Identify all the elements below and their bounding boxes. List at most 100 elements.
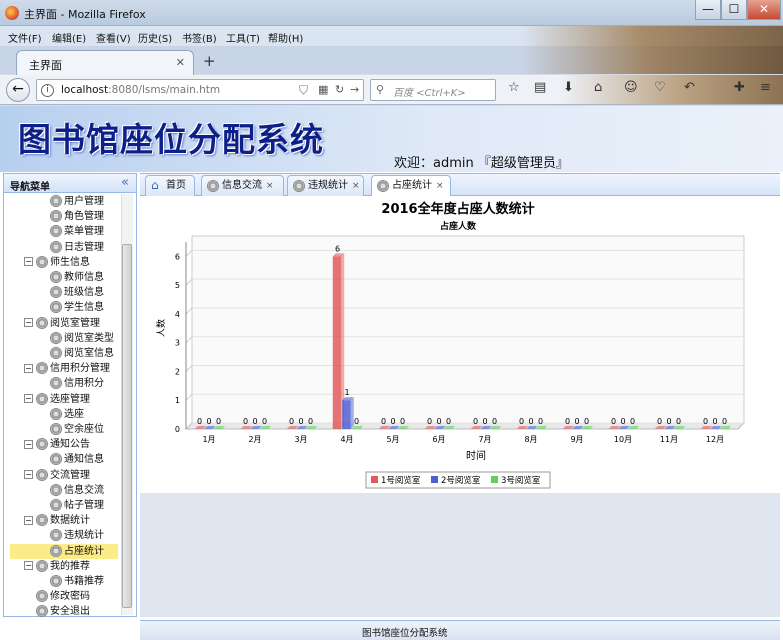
sidebar-item-label: 安全退出 [50, 606, 90, 618]
collapse-toggle-icon[interactable]: − [24, 318, 33, 328]
sidebar-item[interactable]: 信息交流 [50, 483, 104, 498]
gear-icon [50, 210, 62, 223]
firefox-logo-icon [5, 6, 19, 20]
sidebar-item[interactable]: − 数据统计 [24, 513, 90, 528]
gear-icon [50, 271, 62, 283]
bookmark-star-icon[interactable]: ☆ [508, 80, 520, 95]
chat-icon[interactable]: ☺ [624, 80, 638, 95]
maximize-button[interactable]: ☐ [721, 0, 747, 20]
sidebar-item[interactable]: 安全退出 [24, 604, 90, 619]
sidebar-item[interactable]: − 信用积分管理 [24, 361, 110, 376]
sidebar-item-label: 日志管理 [64, 241, 104, 253]
pocket-icon[interactable]: ♡ [654, 80, 666, 95]
collapse-toggle-icon[interactable]: − [24, 561, 33, 571]
sidebar-item[interactable]: 用户管理 [50, 194, 104, 209]
y-tick-label: 3 [175, 339, 180, 348]
qr-code-icon[interactable]: ▦ [318, 83, 328, 96]
minimize-button[interactable]: — [695, 0, 721, 20]
menu-history[interactable]: 历史(S) [138, 30, 172, 45]
collapse-toggle-icon[interactable]: − [24, 439, 33, 449]
new-tab-button[interactable]: + [203, 52, 216, 70]
gear-icon [50, 195, 62, 207]
address-bar[interactable]: i localhost:8080/lsms/main.htm ⛉ ▦ ↻ → [36, 79, 364, 101]
menu-icon[interactable]: ≡ [760, 80, 771, 95]
tab-violation-stats[interactable]: 违规统计 × [287, 175, 364, 196]
nav-scrollbar-thumb[interactable] [122, 244, 132, 608]
x-tick-label: 5月 [386, 435, 399, 444]
menu-tools[interactable]: 工具(T) [226, 30, 260, 45]
sidebar-item[interactable]: 通知信息 [50, 452, 104, 467]
go-arrow-icon[interactable]: → [350, 83, 359, 96]
gear-icon [36, 468, 48, 481]
gear-icon [36, 362, 48, 375]
chart-panel: 2016全年度占座人数统计 占座人数 0 1 2 3 4 5 6 0 0 0 1月 0 0 0 2月 0 0 0 3… [140, 197, 780, 493]
home-icon[interactable]: ⌂ [594, 80, 602, 95]
sidebar-item[interactable]: 修改密码 [24, 589, 90, 604]
legend-swatch [431, 476, 438, 483]
collapse-toggle-icon[interactable]: − [24, 515, 33, 525]
menu-file[interactable]: 文件(F) [8, 30, 42, 45]
sidebar-item-label: 选座 [64, 408, 84, 420]
menu-help[interactable]: 帮助(H) [268, 30, 303, 45]
sidebar-item[interactable]: − 选座管理 [24, 392, 90, 407]
menu-edit[interactable]: 编辑(E) [52, 30, 86, 45]
sidebar-item[interactable]: 阅览室信息 [50, 346, 114, 361]
menu-bookmarks[interactable]: 书签(B) [182, 30, 217, 45]
tracking-shield-icon[interactable]: ⛉ [299, 83, 308, 98]
search-box[interactable]: ⚲ 百度 <Ctrl+K> [370, 79, 496, 101]
x-tick-label: 9月 [570, 435, 583, 444]
download-icon[interactable]: ⬇ [563, 80, 574, 95]
tab-info-exchange[interactable]: 信息交流 × [201, 175, 284, 196]
sidebar-item[interactable]: 教师信息 [50, 270, 104, 285]
data-label: 0 [400, 417, 405, 426]
sidebar-item[interactable]: 违规统计 [50, 528, 104, 543]
x-tick-label: 8月 [524, 435, 537, 444]
close-tab-violation-stats-icon[interactable]: × [352, 181, 360, 191]
collapse-panel-icon[interactable]: « [121, 175, 129, 190]
reading-list-icon[interactable]: ▤ [534, 80, 546, 95]
sidebar-item-label: 交流管理 [50, 469, 90, 481]
chart-bar [332, 256, 342, 429]
sidebar-item[interactable]: − 师生信息 [24, 255, 90, 270]
sidebar-item[interactable]: − 交流管理 [24, 468, 90, 483]
sidebar-item[interactable]: 空余座位 [50, 422, 104, 437]
addons-icon[interactable]: ✚ [734, 80, 745, 95]
close-window-button[interactable]: ✕ [747, 0, 781, 20]
sidebar-item[interactable]: 阅览室类型 [50, 331, 114, 346]
site-info-icon[interactable]: i [41, 84, 54, 97]
collapse-toggle-icon[interactable]: − [24, 257, 33, 267]
sidebar-item[interactable]: 学生信息 [50, 300, 104, 315]
data-label: 0 [427, 417, 432, 426]
data-label: 0 [611, 417, 616, 426]
sidebar-item[interactable]: − 通知公告 [24, 437, 90, 452]
tab-info-exchange-label: 信息交流 [222, 180, 262, 191]
data-label: 0 [703, 417, 708, 426]
close-tab-icon[interactable]: ✕ [176, 56, 185, 69]
gear-icon [50, 331, 62, 344]
collapse-toggle-icon[interactable]: − [24, 470, 33, 480]
sidebar-item[interactable]: 书籍推荐 [50, 574, 104, 589]
sidebar-item[interactable]: 班级信息 [50, 285, 104, 300]
sidebar-item[interactable]: − 我的推荐 [24, 559, 90, 574]
sidebar-item[interactable]: 角色管理 [50, 209, 104, 224]
sidebar-item[interactable]: − 阅览室管理 [24, 316, 100, 331]
sidebar-item[interactable]: 帖子管理 [50, 498, 104, 513]
sidebar-item[interactable]: 菜单管理 [50, 224, 104, 239]
close-tab-seat-stats-icon[interactable]: × [436, 181, 444, 191]
menu-view[interactable]: 查看(V) [96, 30, 131, 45]
gridline-side [185, 393, 193, 401]
sidebar-item[interactable]: 占座统计 [10, 543, 118, 559]
sidebar-item[interactable]: 信用积分 [50, 376, 104, 391]
sync-icon[interactable]: ↶ [684, 80, 695, 95]
sidebar-item[interactable]: 选座 [50, 407, 84, 422]
tab-home[interactable]: ⌂ 首页 [145, 175, 195, 196]
collapse-toggle-icon[interactable]: − [24, 394, 33, 404]
reload-icon[interactable]: ↻ [335, 83, 344, 96]
browser-tab[interactable]: 主界面 ✕ [16, 50, 194, 75]
collapse-toggle-icon[interactable]: − [24, 363, 33, 373]
sidebar-item[interactable]: 日志管理 [50, 240, 104, 255]
back-arrow-icon[interactable]: ← [6, 78, 30, 102]
close-tab-info-exchange-icon[interactable]: × [266, 181, 274, 191]
data-label: 0 [381, 417, 386, 426]
tab-seat-stats[interactable]: 占座统计 × [371, 175, 451, 196]
